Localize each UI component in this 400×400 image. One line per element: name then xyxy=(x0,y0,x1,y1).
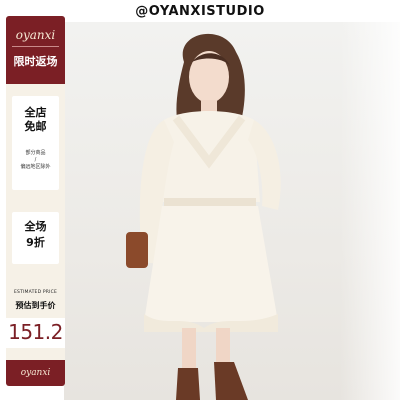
free-shipping-card: 全店 免邮 部分商品 / 偏远地区除外 xyxy=(12,96,59,190)
divider xyxy=(12,46,59,47)
brand-logo: oyanxi xyxy=(15,28,56,42)
discount-title-line2: 9折 xyxy=(26,236,45,249)
brand-header: oyanxi 限时返场 xyxy=(6,16,65,84)
price-band: 151.2 xyxy=(6,318,65,348)
shipping-note-line1: 部分商品 xyxy=(25,150,46,156)
product-photo[interactable] xyxy=(64,22,400,400)
price-value: 151.2 xyxy=(8,320,63,344)
shipping-title-line2: 免邮 xyxy=(24,120,47,133)
brand-footer: oyanxi xyxy=(6,360,65,386)
discount-card: 全场 9折 xyxy=(12,212,59,264)
estimated-price-cn: 预估到手价 xyxy=(15,301,56,310)
shipping-note-line2: / xyxy=(34,157,37,163)
photo-fade xyxy=(340,22,400,400)
promo-sidebar: oyanxi 限时返场 全店 免邮 部分商品 / 偏远地区除外 全场 9折 ES… xyxy=(6,16,65,386)
shipping-note-line3: 偏远地区除外 xyxy=(20,164,51,170)
limited-offer-label: 限时返场 xyxy=(13,55,58,68)
estimated-price-label: ESTIMATED PRICE xyxy=(13,290,58,295)
discount-title-line1: 全场 xyxy=(24,220,47,233)
shipping-title-line1: 全店 xyxy=(24,106,47,119)
